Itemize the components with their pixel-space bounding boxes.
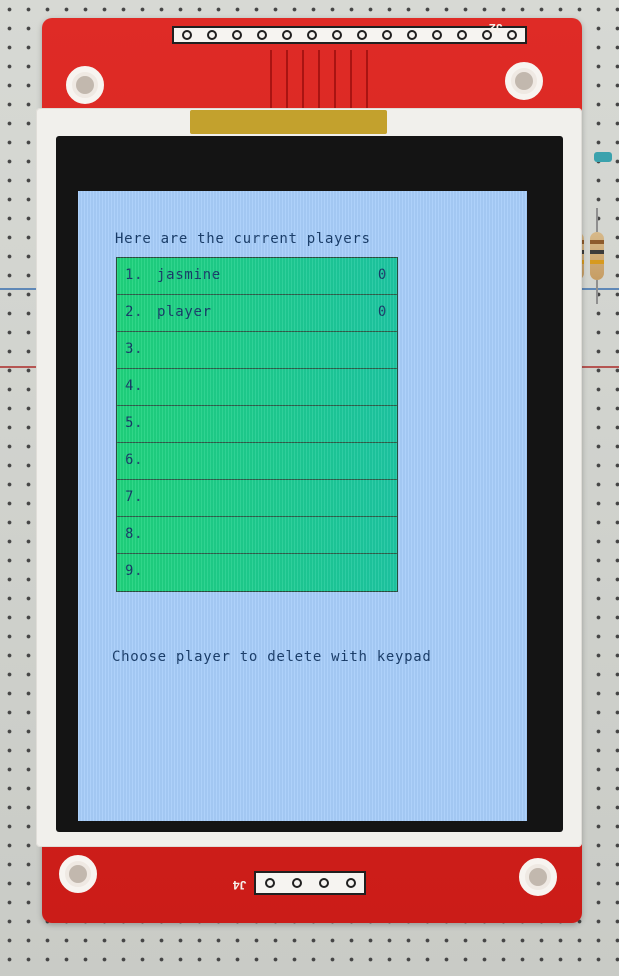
top-pin-header xyxy=(172,26,527,44)
player-index: 5. xyxy=(125,415,144,431)
mounting-hole xyxy=(59,855,97,893)
pin-pad xyxy=(232,30,242,40)
pin-pad xyxy=(291,878,302,888)
player-score: 0 xyxy=(377,267,387,283)
pcb-trace xyxy=(350,50,352,108)
j4-label: J4 xyxy=(233,878,247,892)
player-index: 9. xyxy=(125,563,144,579)
pcb-trace xyxy=(270,50,272,108)
bottom-pin-header xyxy=(254,871,366,895)
pin-pad xyxy=(457,30,467,40)
table-row[interactable]: 2. player 0 xyxy=(117,295,397,332)
pin-pad xyxy=(282,30,292,40)
pin-pad xyxy=(318,878,329,888)
player-index: 6. xyxy=(125,452,144,468)
pin-pad xyxy=(332,30,342,40)
pcb-trace xyxy=(302,50,304,108)
player-name: jasmine xyxy=(157,267,221,283)
pin-pad xyxy=(207,30,217,40)
current-players-heading: Here are the current players xyxy=(115,231,371,247)
player-score: 0 xyxy=(377,304,387,320)
pin-pad xyxy=(407,30,417,40)
pin-pad xyxy=(507,30,517,40)
pin-pad xyxy=(345,878,356,888)
display-ribbon-cable xyxy=(190,110,387,134)
j2-label: J2 xyxy=(489,21,503,35)
player-index: 7. xyxy=(125,489,144,505)
pcb-trace xyxy=(286,50,288,108)
delete-player-instruction: Choose player to delete with keypad xyxy=(112,649,432,665)
pin-pad xyxy=(257,30,267,40)
table-row[interactable]: 8. xyxy=(117,517,397,554)
pin-pad xyxy=(182,30,192,40)
player-index: 2. xyxy=(125,304,144,320)
player-index: 8. xyxy=(125,526,144,542)
pin-pad xyxy=(382,30,392,40)
table-row[interactable]: 6. xyxy=(117,443,397,480)
player-index: 3. xyxy=(125,341,144,357)
mounting-hole xyxy=(519,858,557,896)
pcb-trace xyxy=(366,50,368,108)
resistor-band xyxy=(590,250,604,254)
pcb-trace xyxy=(318,50,320,108)
resistor-right xyxy=(590,208,604,304)
resistor-band xyxy=(590,240,604,244)
resistor-band xyxy=(590,260,604,264)
pin-pad xyxy=(307,30,317,40)
table-row[interactable]: 1. jasmine 0 xyxy=(117,258,397,295)
capacitor xyxy=(594,152,612,162)
pin-pad xyxy=(357,30,367,40)
table-row[interactable]: 5. xyxy=(117,406,397,443)
tft-display-screen: Here are the current players 1. jasmine … xyxy=(78,191,527,821)
pin-pad xyxy=(432,30,442,40)
players-table: 1. jasmine 0 2. player 0 3. 4. 5. 6. 7. … xyxy=(116,257,398,592)
mounting-hole xyxy=(505,62,543,100)
table-row[interactable]: 4. xyxy=(117,369,397,406)
player-name: player xyxy=(157,304,212,320)
pin-pad xyxy=(264,878,275,888)
table-row[interactable]: 9. xyxy=(117,554,397,591)
player-index: 4. xyxy=(125,378,144,394)
table-row[interactable]: 3. xyxy=(117,332,397,369)
table-row[interactable]: 7. xyxy=(117,480,397,517)
player-index: 1. xyxy=(125,267,144,283)
pcb-trace xyxy=(334,50,336,108)
mounting-hole xyxy=(66,66,104,104)
